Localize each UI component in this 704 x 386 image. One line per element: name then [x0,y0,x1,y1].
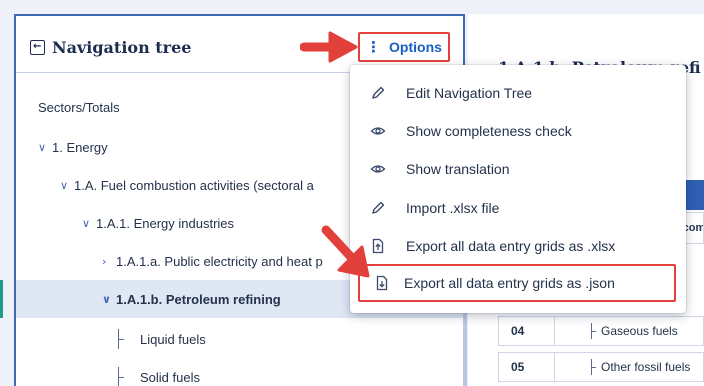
eye-icon [350,161,406,177]
options-button[interactable]: ⋮ Options [358,32,450,62]
tree-branch-icon [118,329,130,349]
chevron-down-icon[interactable]: ∨ [102,293,116,306]
row-code: 04 [499,317,555,345]
menu-item-import-xlsx[interactable]: Import .xlsx file [350,189,686,227]
collapse-panel-icon[interactable]: ← [30,39,45,55]
pencil-icon [350,200,406,216]
menu-item-export-json[interactable]: Export all data entry grids as .json [358,264,676,302]
menu-item-label: Show translation [406,161,510,177]
annotation-arrow-icon [321,225,370,278]
tree-branch-icon [591,359,599,375]
menu-item-label: Edit Navigation Tree [406,85,533,101]
tree-branch-icon [118,367,130,386]
chevron-down-icon[interactable]: ∨ [60,179,74,192]
table-row[interactable]: 05 Other fossil fuels [498,352,704,382]
tree-item-label: 1. Energy [52,139,108,155]
eye-icon [350,123,406,139]
menu-item-label: Export all data entry grids as .json [404,275,615,291]
table-row[interactable]: 04 Gaseous fuels [498,316,704,346]
tree-item-label: Solid fuels [140,369,200,385]
pencil-icon [350,85,406,101]
options-menu: Edit Navigation Tree Show completeness c… [350,65,686,313]
chevron-down-icon[interactable]: ∨ [82,217,96,230]
tree-item-label: Sectors/Totals [38,99,120,115]
menu-item-export-xlsx[interactable]: Export all data entry grids as .xlsx [350,227,686,265]
tree-item-label: 1.A.1. Energy industries [96,215,235,231]
row-code: 05 [499,353,555,381]
tree-branch-icon [591,323,599,339]
tree-item-label: 1.A. Fuel combustion activities (sectora… [74,177,314,193]
panel-title: Navigation tree [52,37,192,57]
menu-item-label: Show completeness check [406,123,572,139]
menu-item-label: Import .xlsx file [406,200,500,216]
tree-item-label: Liquid fuels [140,331,206,347]
tree-item-label: 1.A.1.a. Public electricity and heat p [116,253,323,269]
menu-item-show-completeness-check[interactable]: Show completeness check [350,112,686,150]
menu-item-label: Export all data entry grids as .xlsx [406,238,616,254]
tree-item-solid-fuels[interactable]: Solid fuels [16,358,463,386]
menu-item-show-translation[interactable]: Show translation [350,150,686,188]
tree-item-label: 1.A.1.b. Petroleum refining [116,291,281,307]
chevron-down-icon[interactable]: ∨ [38,141,52,154]
row-label: Gaseous fuels [601,324,678,338]
kebab-menu-icon: ⋮ [366,37,382,56]
chevron-right-icon[interactable]: › [102,255,116,268]
options-label: Options [389,39,442,55]
menu-item-edit-navigation-tree[interactable]: Edit Navigation Tree [350,74,686,112]
row-label: Other fossil fuels [601,360,691,374]
annotation-arrow-icon [300,31,358,63]
tree-item-liquid-fuels[interactable]: Liquid fuels [16,320,463,358]
